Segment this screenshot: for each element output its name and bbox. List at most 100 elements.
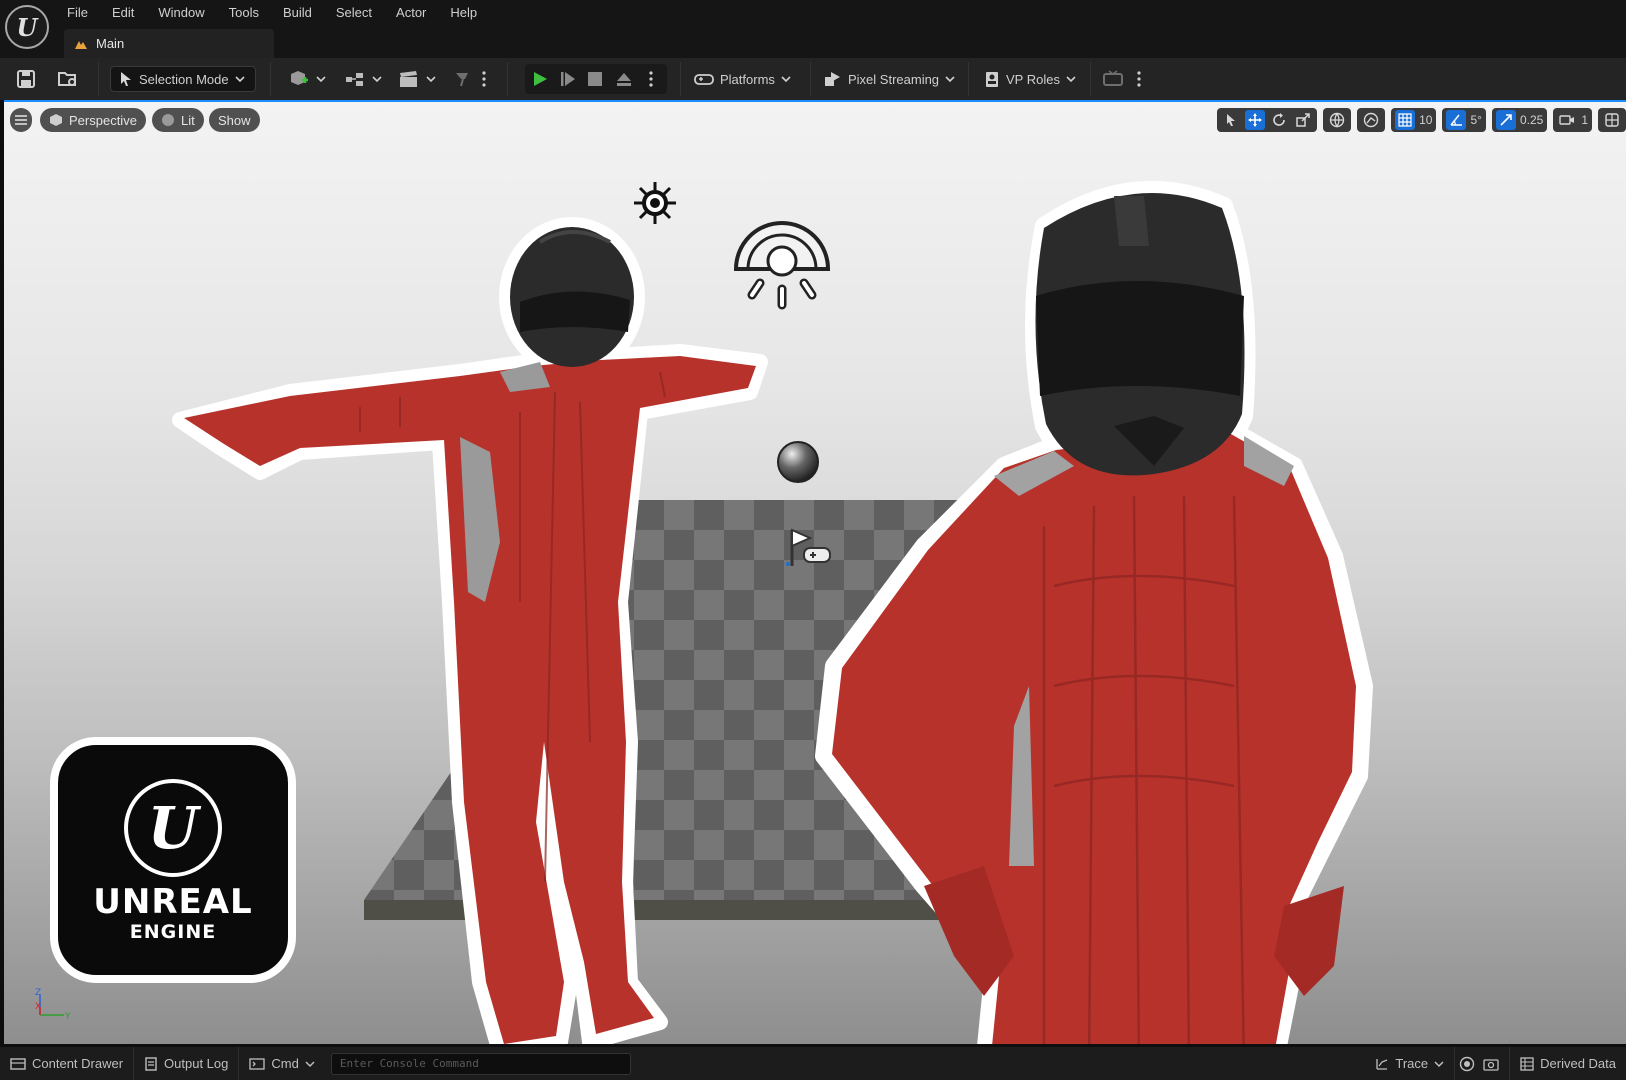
console-input[interactable]: Enter Console Command [330, 1052, 631, 1075]
menu-actor[interactable]: Actor [384, 3, 438, 23]
chevron-down-icon [426, 76, 436, 83]
chevron-down-icon [305, 1060, 315, 1067]
stop-button[interactable] [587, 66, 603, 92]
add-cube-icon [291, 71, 308, 85]
content-drawer-button[interactable]: Content Drawer [0, 1047, 135, 1080]
chevron-down-icon [1434, 1060, 1444, 1067]
record-button[interactable] [1455, 1047, 1479, 1080]
cmd-dropdown[interactable]: Cmd [239, 1047, 324, 1080]
gamepad-icon [694, 74, 714, 85]
scale-icon [1296, 113, 1310, 127]
menu-tools[interactable]: Tools [217, 3, 271, 23]
badge-title: UNREAL [93, 882, 253, 922]
add-actor-button[interactable] [288, 66, 326, 92]
surface-snap-icon [1363, 112, 1379, 128]
unreal-logo-icon[interactable]: U [5, 5, 49, 49]
screenshot-button[interactable] [1479, 1047, 1511, 1080]
viewport-tools: 10 5° 0.25 1 [1217, 108, 1626, 132]
status-bar: Content Drawer Output Log Cmd Enter Cons… [0, 1047, 1626, 1080]
toolbar-options-icon[interactable] [1137, 66, 1141, 92]
menu-window[interactable]: Window [146, 3, 216, 23]
eject-button[interactable] [615, 66, 633, 92]
content-drawer-icon [10, 1057, 26, 1070]
grid-icon [1398, 113, 1412, 127]
menu-build[interactable]: Build [271, 3, 324, 23]
menu-select[interactable]: Select [324, 3, 384, 23]
grid-snap-control[interactable]: 10 [1391, 108, 1437, 132]
folder-search-icon [58, 72, 76, 86]
derived-data-label: Derived Data [1540, 1056, 1616, 1071]
rotation-snap-control[interactable]: 5° [1442, 108, 1486, 132]
output-log-button[interactable]: Output Log [134, 1047, 240, 1080]
save-button[interactable] [16, 66, 36, 92]
globe-icon [1329, 112, 1345, 128]
log-icon [145, 1056, 157, 1071]
tab-main[interactable]: Main [64, 29, 274, 58]
show-dropdown[interactable]: Show [209, 108, 260, 132]
translate-tool-button[interactable] [1245, 110, 1266, 130]
menu-bar: U File Edit Window Tools Build Select Ac… [0, 0, 1626, 58]
rotate-tool-button[interactable] [1269, 110, 1289, 130]
selection-mode-label: Selection Mode [139, 71, 229, 87]
unreal-badge-logo-icon: U [124, 779, 222, 877]
lit-sphere-icon [162, 114, 174, 126]
rotation-snap-value: 5° [1470, 113, 1482, 127]
blueprint-icon [346, 73, 363, 86]
cube-icon [50, 114, 62, 126]
perspective-dropdown[interactable]: Perspective [40, 108, 146, 132]
cmd-label: Cmd [271, 1056, 299, 1071]
viewport-layout-button[interactable] [1598, 108, 1626, 132]
menu-help[interactable]: Help [438, 3, 489, 23]
lit-label: Lit [181, 112, 195, 128]
world-local-toggle[interactable] [1323, 108, 1352, 132]
axis-x-label: X [35, 1002, 41, 1012]
camera-speed-control[interactable]: 1 [1553, 108, 1592, 132]
step-icon [561, 72, 575, 86]
menu-edit[interactable]: Edit [100, 3, 146, 23]
viewport-menu-button[interactable] [10, 108, 32, 132]
tab-main-label: Main [96, 36, 125, 51]
scale-snap-icon [1500, 114, 1512, 126]
cinematics-button[interactable] [398, 66, 436, 92]
record-icon [1459, 1056, 1475, 1071]
platforms-label: Platforms [720, 71, 775, 87]
chevron-down-icon [235, 76, 245, 83]
play-options-icon[interactable] [649, 66, 653, 92]
blueprint-button[interactable] [344, 66, 382, 92]
scale-snap-control[interactable]: 0.25 [1491, 108, 1548, 132]
content-drawer-label: Content Drawer [32, 1056, 124, 1071]
trace-dropdown[interactable]: Trace [1365, 1047, 1456, 1080]
virtual-production-button[interactable] [1102, 66, 1124, 92]
main-toolbar: Selection Mode Platforms Pixel Streaming [0, 58, 1626, 100]
surface-snap-toggle[interactable] [1357, 108, 1386, 132]
derived-data-button[interactable]: Derived Data [1510, 1047, 1626, 1080]
clapper-icon [400, 71, 417, 87]
brush-icon [456, 73, 468, 87]
badge-logo-mark: U [147, 794, 199, 862]
axis-indicator: Z X Y [34, 987, 74, 1024]
move-arrows-icon [1248, 113, 1263, 127]
more-options-icon[interactable] [482, 66, 486, 92]
chevron-down-icon [1066, 76, 1076, 83]
lit-dropdown[interactable]: Lit [152, 108, 204, 132]
stream-icon [825, 72, 840, 86]
pixel-streaming-dropdown[interactable]: Pixel Streaming [824, 66, 955, 92]
advance-frame-button[interactable] [559, 66, 577, 92]
menu-file[interactable]: File [55, 3, 100, 23]
selection-mode-dropdown[interactable]: Selection Mode [110, 66, 256, 92]
browse-button[interactable] [57, 66, 79, 92]
trace-label: Trace [1395, 1056, 1429, 1071]
chevron-down-icon [781, 76, 791, 83]
vp-roles-label: VP Roles [1006, 71, 1060, 87]
play-button[interactable] [531, 66, 549, 92]
camera-speed-value: 1 [1581, 113, 1588, 127]
platforms-dropdown[interactable]: Platforms [694, 66, 791, 92]
select-tool-button[interactable] [1221, 110, 1241, 130]
modes-button[interactable] [453, 66, 473, 92]
axis-y-label: Y [64, 1012, 71, 1021]
scale-tool-button[interactable] [1293, 110, 1313, 130]
grid-snap-value: 10 [1419, 113, 1433, 127]
vp-roles-dropdown[interactable]: VP Roles [984, 66, 1076, 92]
character-hands-on-hips[interactable] [804, 166, 1444, 1044]
monitor-icon [1103, 70, 1123, 86]
